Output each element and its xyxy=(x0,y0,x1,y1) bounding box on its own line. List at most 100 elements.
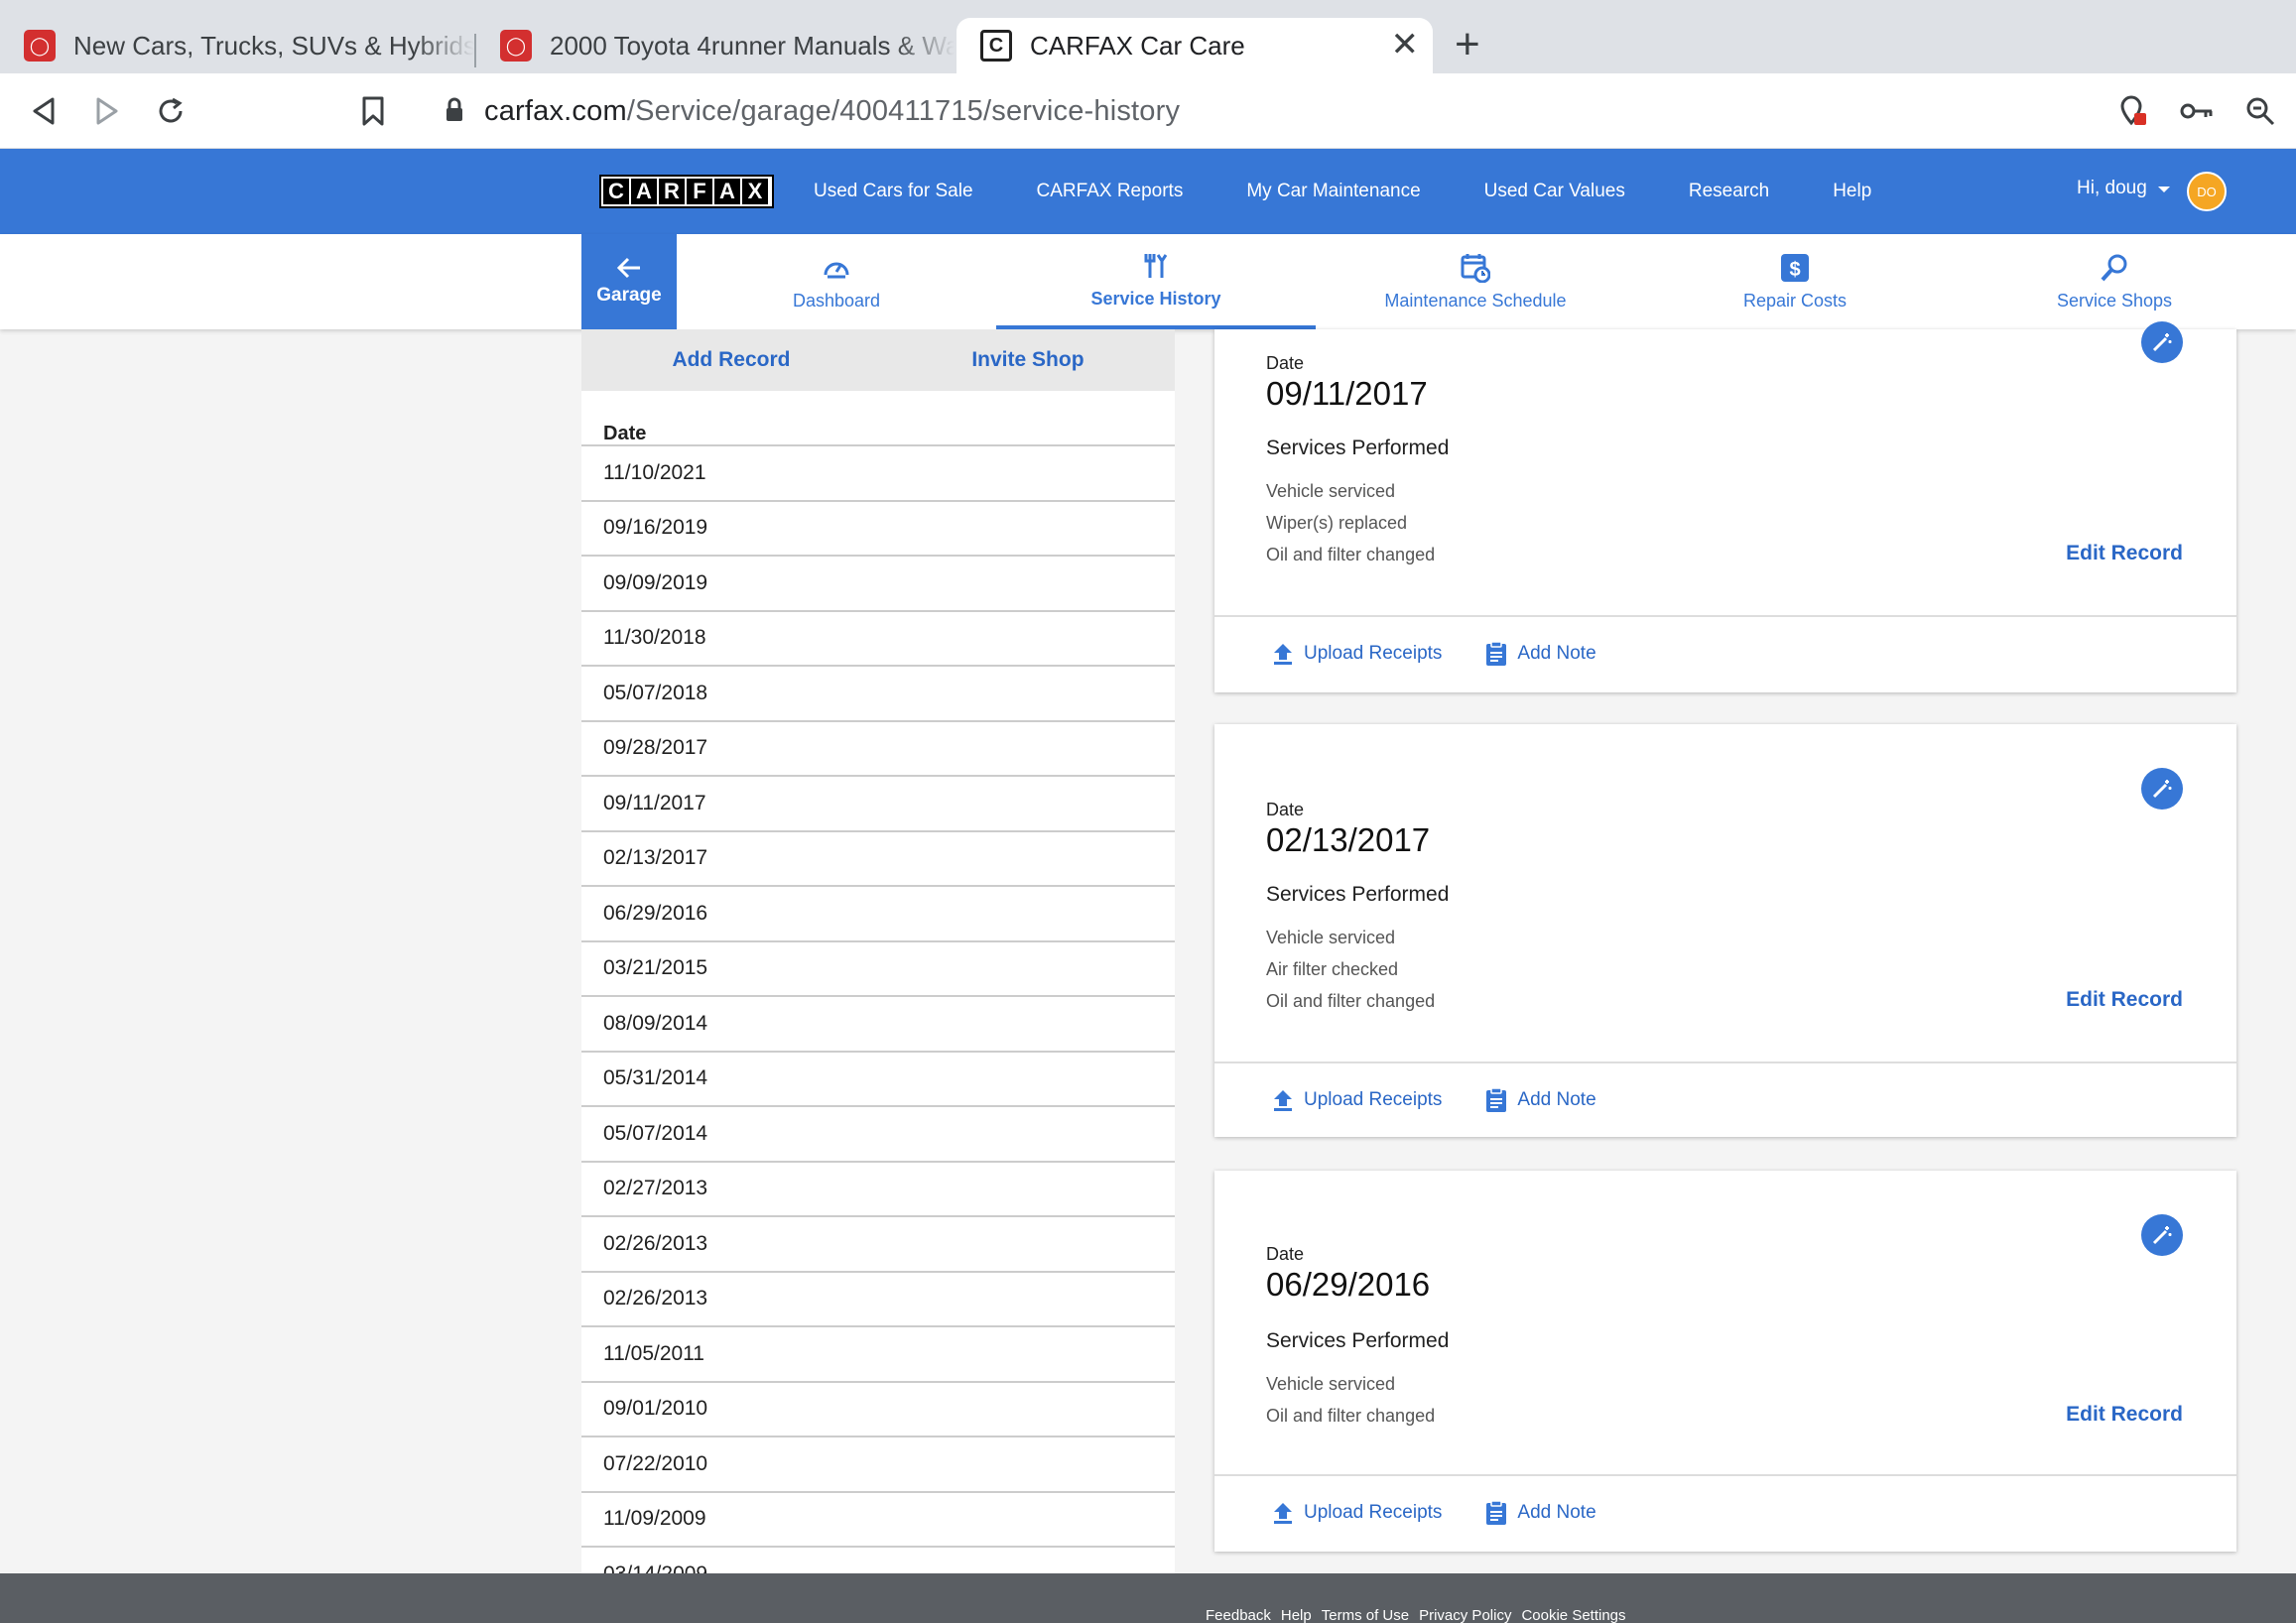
date-list-item[interactable]: 06/29/2016 xyxy=(581,887,1175,942)
carfax-logo[interactable]: C A R F A X xyxy=(599,175,774,208)
tab-repair-costs[interactable]: $ Repair Costs xyxy=(1635,234,1955,329)
edit-record-button[interactable]: Edit Record xyxy=(2066,1403,2183,1427)
avatar[interactable]: DO xyxy=(2187,172,2227,211)
nav-research[interactable]: Research xyxy=(1689,181,1769,202)
logo-letter: F xyxy=(687,179,712,204)
date-rows: 11/10/2021 09/16/2019 09/09/2019 11/30/2018… xyxy=(581,446,1175,1573)
date-list-item[interactable]: 09/11/2017 xyxy=(581,777,1175,832)
date-list-item[interactable]: 11/10/2021 xyxy=(581,446,1175,502)
site-footer: Feedback Help Terms of Use Privacy Polic… xyxy=(0,1573,2296,1623)
nav-used-cars[interactable]: Used Cars for Sale xyxy=(814,181,973,202)
add-note-button[interactable]: Add Note xyxy=(1485,1087,1596,1113)
edit-record-button[interactable]: Edit Record xyxy=(2066,542,2183,565)
date-list-item[interactable]: 02/13/2017 xyxy=(581,832,1175,887)
browser-tab-bar: ◯ New Cars, Trucks, SUVs & Hybrids | Toy… xyxy=(0,0,2296,73)
forward-icon[interactable] xyxy=(87,91,127,131)
garage-button[interactable]: Garage xyxy=(581,234,677,329)
upload-receipts-button[interactable]: Upload Receipts xyxy=(1272,1088,1442,1112)
footer-link-feedback[interactable]: Feedback xyxy=(1206,1607,1271,1623)
calendar-clock-icon xyxy=(1461,253,1490,283)
date-list-item[interactable]: 09/28/2017 xyxy=(581,722,1175,777)
footer-link-privacy[interactable]: Privacy Policy xyxy=(1419,1607,1511,1623)
add-note-label: Add Note xyxy=(1517,1089,1596,1110)
service-record-card: Date 06/29/2016 Services Performed Vehic… xyxy=(1214,1171,2236,1552)
date-list-item[interactable]: 02/27/2013 xyxy=(581,1163,1175,1217)
url-path: /Service/garage/400411715/service-histor… xyxy=(626,94,1181,127)
tab-title: CARFAX Car Care xyxy=(1030,30,1245,61)
browser-tab[interactable]: ◯ 2000 Toyota 4runner Manuals & Warranti… xyxy=(476,18,955,73)
caret-down-icon xyxy=(2157,178,2171,199)
tools-icon xyxy=(1144,253,1168,278)
browser-tab[interactable]: ◯ New Cars, Trucks, SUVs & Hybrids | Toy… xyxy=(0,18,474,73)
date-list-item[interactable]: 02/26/2013 xyxy=(581,1217,1175,1273)
edit-wand-icon[interactable] xyxy=(2141,321,2183,363)
location-blocked-icon[interactable] xyxy=(2113,91,2153,131)
date-list-item[interactable]: 08/09/2014 xyxy=(581,997,1175,1053)
garage-label: Garage xyxy=(596,285,662,306)
date-list-item[interactable]: 11/09/2009 xyxy=(581,1493,1175,1548)
upload-label: Upload Receipts xyxy=(1304,643,1443,664)
main-nav: Used Cars for Sale CARFAX Reports My Car… xyxy=(814,149,1871,234)
nav-my-car-maintenance[interactable]: My Car Maintenance xyxy=(1246,181,1420,202)
date-label: Date xyxy=(1266,1244,1305,1264)
date-list-item[interactable]: 05/31/2014 xyxy=(581,1053,1175,1107)
date-list-item[interactable]: 03/14/2009 xyxy=(581,1548,1175,1573)
tab-maintenance-schedule[interactable]: Maintenance Schedule xyxy=(1316,234,1635,329)
date-list-item[interactable]: 11/30/2018 xyxy=(581,612,1175,667)
nav-carfax-reports[interactable]: CARFAX Reports xyxy=(1037,181,1184,202)
invite-shop-button[interactable]: Invite Shop xyxy=(922,348,1133,372)
zoom-icon[interactable] xyxy=(2240,91,2280,131)
reload-icon[interactable] xyxy=(151,91,191,131)
footer-link-cookie-settings[interactable]: Cookie Settings xyxy=(1521,1607,1625,1623)
date-label: Date xyxy=(1266,353,1305,373)
card-divider xyxy=(1214,1061,2236,1063)
edit-wand-icon[interactable] xyxy=(2141,1214,2183,1256)
footer-link-terms[interactable]: Terms of Use xyxy=(1322,1607,1409,1623)
back-icon[interactable] xyxy=(24,91,64,131)
add-record-button[interactable]: Add Record xyxy=(622,348,839,372)
date-list-item[interactable]: 03/21/2015 xyxy=(581,942,1175,997)
nav-help[interactable]: Help xyxy=(1833,181,1871,202)
greeting-text: Hi, doug xyxy=(2077,178,2147,198)
service-record-card: Date 09/11/2017 Services Performed Vehic… xyxy=(1214,321,2236,692)
date-list-item[interactable]: 09/16/2019 xyxy=(581,502,1175,557)
upload-icon xyxy=(1274,644,1292,665)
browser-tab-active[interactable]: C CARFAX Car Care ✕ xyxy=(957,18,1433,73)
service-item: Vehicle serviced xyxy=(1266,928,1396,947)
record-date: 06/29/2016 xyxy=(1266,1266,1431,1303)
date-list-item[interactable]: 09/09/2019 xyxy=(581,557,1175,612)
date-list-item[interactable]: 07/22/2010 xyxy=(581,1437,1175,1493)
footer-link-help[interactable]: Help xyxy=(1281,1607,1312,1623)
date-list-item[interactable]: 09/01/2010 xyxy=(581,1383,1175,1437)
add-note-button[interactable]: Add Note xyxy=(1485,1500,1596,1526)
add-note-label: Add Note xyxy=(1517,1502,1596,1523)
card-actions: Upload Receipts Add Note xyxy=(1272,1087,1596,1113)
logo-letter: X xyxy=(742,179,768,204)
services-label: Services Performed xyxy=(1266,1329,1450,1352)
url-host: carfax.com xyxy=(484,94,627,127)
new-tab-button[interactable]: + xyxy=(1455,20,1480,69)
upload-receipts-button[interactable]: Upload Receipts xyxy=(1272,1501,1442,1525)
nav-used-car-values[interactable]: Used Car Values xyxy=(1484,181,1625,202)
date-list-item[interactable]: 05/07/2014 xyxy=(581,1107,1175,1163)
record-date: 02/13/2017 xyxy=(1266,821,1431,858)
address-bar[interactable]: carfax.com/Service/garage/400411715/serv… xyxy=(417,81,2292,141)
toyota-icon: ◯ xyxy=(500,30,532,62)
date-list-item[interactable]: 02/26/2013 xyxy=(581,1273,1175,1327)
bookmark-icon[interactable] xyxy=(353,91,393,131)
edit-wand-icon[interactable] xyxy=(2141,768,2183,810)
carfax-icon: C xyxy=(980,30,1012,62)
tab-dashboard[interactable]: Dashboard xyxy=(677,234,996,329)
account-menu[interactable]: Hi, doug xyxy=(2077,178,2171,199)
key-icon[interactable] xyxy=(2177,91,2217,131)
upload-receipts-button[interactable]: Upload Receipts xyxy=(1272,642,1442,666)
tab-service-shops[interactable]: Service Shops xyxy=(1955,234,2274,329)
date-list-item[interactable]: 05/07/2018 xyxy=(581,667,1175,722)
toyota-icon: ◯ xyxy=(24,30,56,62)
add-note-button[interactable]: Add Note xyxy=(1485,641,1596,667)
edit-record-button[interactable]: Edit Record xyxy=(2066,988,2183,1012)
service-record-card: Date 02/13/2017 Services Performed Vehic… xyxy=(1214,724,2236,1137)
close-tab-icon[interactable]: ✕ xyxy=(1391,28,1420,62)
tab-service-history[interactable]: Service History xyxy=(996,234,1316,329)
date-list-item[interactable]: 11/05/2011 xyxy=(581,1327,1175,1383)
